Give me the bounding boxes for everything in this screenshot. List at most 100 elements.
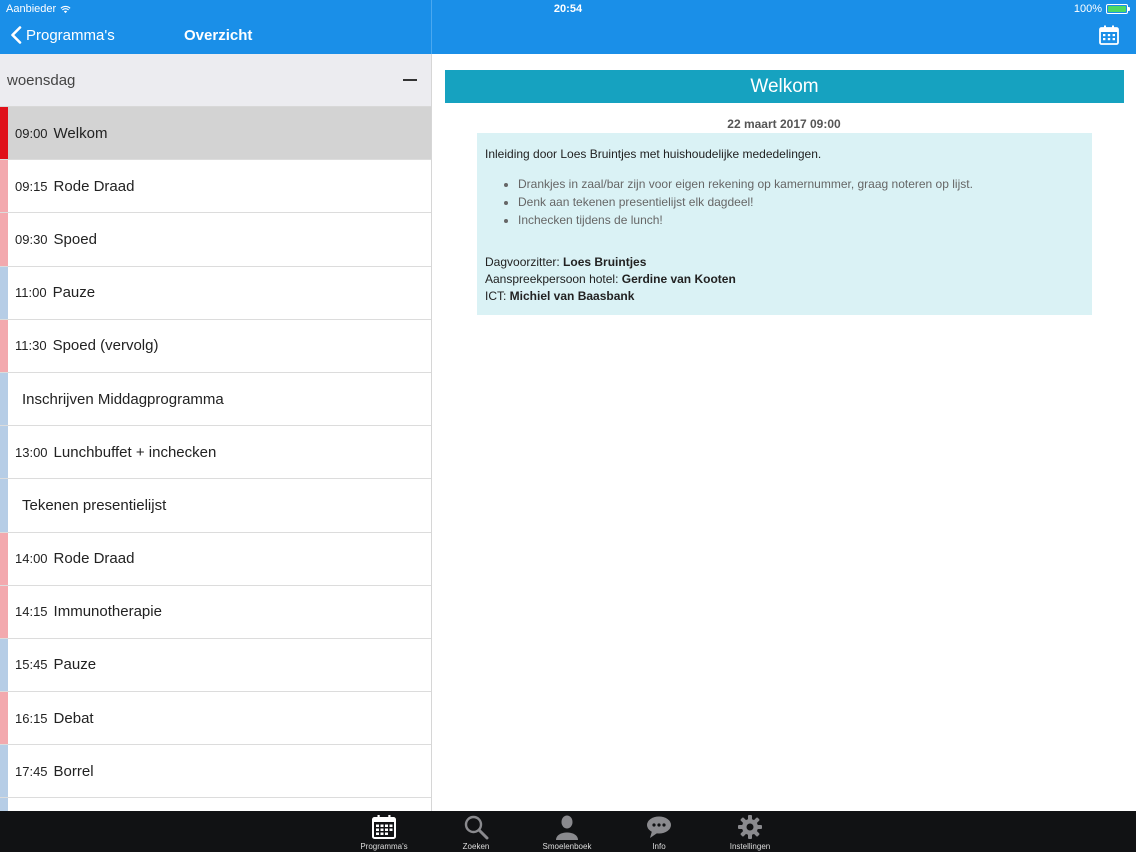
schedule-item-title: Pauze [53, 656, 97, 674]
schedule-item-title: Welkom [53, 124, 108, 142]
chat-bubble-icon [647, 816, 671, 838]
schedule-item-title: Immunotherapie [53, 603, 162, 621]
detail-panel: Welkom 22 maart 2017 09:00 Inleiding doo… [432, 54, 1136, 811]
schedule-item-time: 14:00 [15, 551, 48, 567]
tab-info[interactable]: Info [619, 811, 699, 852]
schedule-item[interactable]: 09:30 Spoed [0, 213, 431, 267]
contact-role: Aanspreekpersoon hotel: [485, 272, 622, 286]
schedule-item[interactable]: 15:45 Pauze [0, 638, 431, 693]
contact-ict: ICT: Michiel van Baasbank [485, 288, 1084, 305]
schedule-item-title: Debat [53, 709, 94, 727]
notice-item: Inchecken tijdens de lunch! [518, 213, 1084, 227]
contact-role: ICT: [485, 289, 510, 303]
schedule-item-title: Spoed (vervolg) [52, 337, 159, 355]
schedule-list: 09:00 Welkom 09:15 Rode Draad 09:30 Spoed 11:0… [0, 107, 431, 811]
schedule-item-title: Rode Draad [53, 177, 135, 195]
schedule-item-time: 15:45 [15, 657, 48, 673]
tab-label: Programma's [360, 842, 408, 851]
category-color-stripe [0, 266, 8, 319]
category-color-stripe [0, 532, 8, 585]
contact-name: Michiel van Baasbank [509, 289, 635, 303]
contact-hotel: Aanspreekpersoon hotel: Gerdine van Koot… [485, 271, 1084, 288]
session-title-banner: Welkom [445, 70, 1124, 103]
schedule-panel[interactable]: woensdag 09:00 Welkom 09:15 Rode Draad 09:30… [0, 54, 431, 811]
schedule-item[interactable]: 17:45 Borrel [0, 745, 431, 799]
schedule-item-title: Borrel [53, 762, 94, 780]
schedule-item-time: 13:00 [15, 444, 48, 460]
schedule-item-title: Tekenen presentielijst [22, 496, 167, 514]
chevron-left-icon [11, 26, 22, 44]
schedule-item-time: 14:15 [15, 604, 48, 620]
category-color-stripe [0, 638, 8, 692]
tab-label: Zoeken [462, 842, 490, 851]
day-section-header[interactable]: woensdag [0, 54, 431, 107]
schedule-item[interactable]: 11:30 Spoed (vervolg) [0, 319, 431, 373]
tab-label: Smoelenboek [542, 842, 592, 851]
calendar-icon [372, 815, 396, 839]
tab-smoelenboek[interactable]: Smoelenboek [527, 811, 607, 852]
page-title: Overzicht [184, 27, 253, 44]
category-color-stripe [0, 160, 8, 213]
battery-indicator: 100% [1073, 3, 1130, 15]
schedule-item[interactable]: 11:00 Pauze [0, 266, 431, 320]
tab-programmas[interactable]: Programma's [344, 811, 424, 852]
schedule-item[interactable]: 13:00 Lunchbuffet + inchecken [0, 426, 431, 480]
tab-label: Instellingen [729, 842, 771, 851]
category-color-stripe [0, 585, 8, 638]
notice-item: Denk aan tekenen presentielijst elk dagd… [518, 195, 1084, 209]
back-button-label: Programma's [26, 26, 115, 44]
gear-icon [738, 815, 762, 839]
category-color-stripe [0, 745, 8, 798]
schedule-item-time: 16:15 [15, 710, 48, 726]
schedule-item-title: Spoed [53, 230, 97, 248]
schedule-item-time: 11:30 [15, 338, 47, 354]
schedule-item[interactable] [0, 798, 431, 811]
tab-label: Info [652, 842, 666, 851]
schedule-item[interactable]: 09:15 Rode Draad [0, 160, 431, 214]
category-color-stripe [0, 692, 8, 745]
contact-name: Loes Bruintjes [563, 255, 647, 269]
category-color-stripe [0, 426, 8, 479]
person-icon [556, 815, 578, 840]
schedule-item-time: 17:45 [15, 763, 48, 779]
session-description: Inleiding door Loes Bruintjes met huisho… [477, 133, 1092, 315]
schedule-item[interactable]: Tekenen presentielijst [0, 479, 431, 533]
back-button[interactable]: Programma's [10, 26, 115, 44]
search-icon [464, 815, 489, 840]
schedule-item-title: Rode Draad [53, 550, 135, 568]
category-color-stripe [0, 372, 8, 426]
status-bar: Aanbieder 20:54 100% [0, 0, 1136, 18]
contact-name: Gerdine van Kooten [621, 272, 736, 286]
notice-item: Drankjes in zaal/bar zijn voor eigen rek… [518, 177, 1084, 191]
contact-chair: Dagvoorzitter: Loes Bruintjes [485, 254, 1084, 271]
schedule-item[interactable]: Inschrijven Middagprogramma [0, 372, 431, 427]
session-intro: Inleiding door Loes Bruintjes met huisho… [485, 147, 822, 161]
navigation-bar: Programma's Overzicht [0, 18, 1136, 54]
day-label: woensdag [7, 71, 76, 89]
schedule-item-time: 11:00 [15, 285, 47, 301]
schedule-item-title: Lunchbuffet + inchecken [53, 443, 217, 461]
schedule-item-time: 09:30 [15, 231, 48, 247]
category-color-stripe [0, 798, 8, 811]
category-color-stripe [0, 213, 8, 266]
tab-zoeken[interactable]: Zoeken [436, 811, 516, 852]
status-time: 20:54 [553, 3, 583, 15]
schedule-item-title: Inschrijven Middagprogramma [22, 390, 224, 408]
session-datetime: 22 maart 2017 09:00 [727, 117, 841, 131]
tab-bar: Programma's Zoeken Smoelenboek Info Inst… [0, 811, 1136, 852]
category-color-stripe [0, 107, 8, 160]
collapse-minus-icon[interactable] [403, 79, 417, 81]
notice-list: Drankjes in zaal/bar zijn voor eigen rek… [518, 177, 1084, 227]
contacts-list: Dagvoorzitter: Loes Bruintjes Aanspreekp… [485, 254, 1084, 305]
battery-icon [1106, 4, 1130, 14]
calendar-icon[interactable] [1098, 24, 1120, 46]
schedule-item[interactable]: 14:00 Rode Draad [0, 532, 431, 586]
schedule-item-time: 09:00 [15, 125, 48, 141]
schedule-item[interactable]: 16:15 Debat [0, 692, 431, 746]
battery-percentage: 100% [1073, 3, 1102, 15]
schedule-item[interactable]: 09:00 Welkom [0, 107, 431, 161]
top-bar: Aanbieder 20:54 100% Programma's Overzic… [0, 0, 1136, 54]
schedule-item[interactable]: 14:15 Immunotherapie [0, 585, 431, 639]
tab-instellingen[interactable]: Instellingen [710, 811, 790, 852]
category-color-stripe [0, 479, 8, 532]
